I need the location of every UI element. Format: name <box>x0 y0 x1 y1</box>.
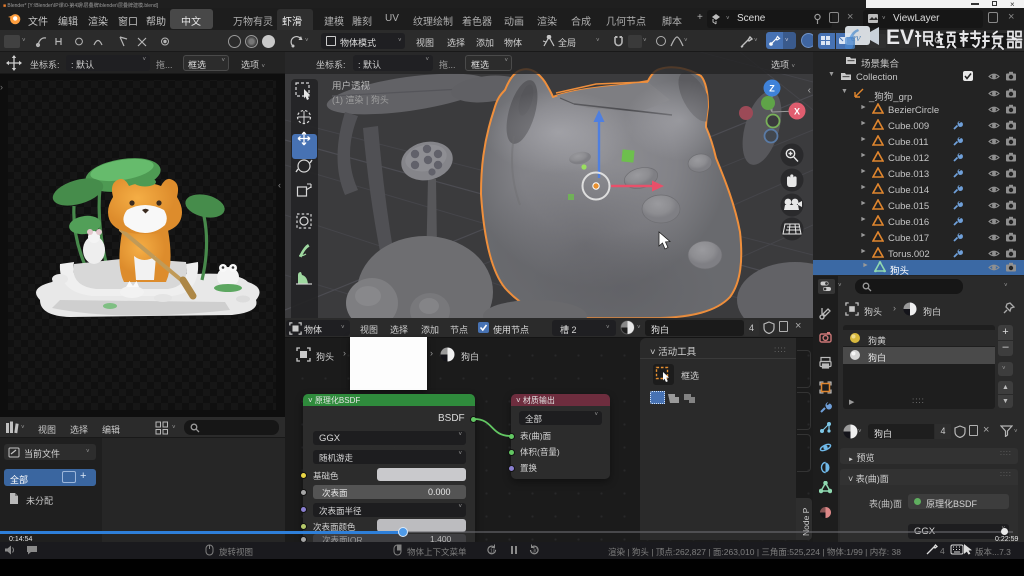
svg-text:10: 10 <box>490 549 496 555</box>
svg-text:Z: Z <box>769 84 775 94</box>
svg-text:X: X <box>794 107 800 117</box>
svg-text:30: 30 <box>533 549 539 555</box>
